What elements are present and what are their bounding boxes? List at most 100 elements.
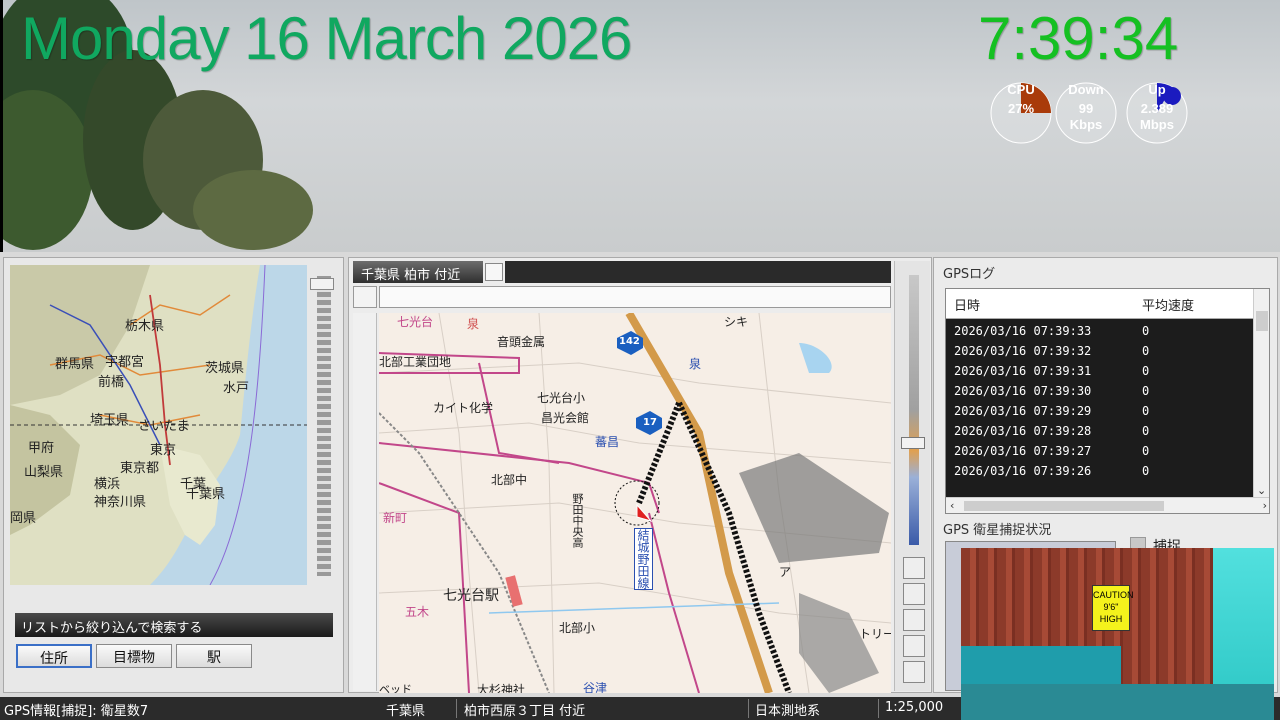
map-label: トリー — [859, 627, 891, 641]
row-speed: 0 — [1142, 344, 1150, 358]
table-row[interactable]: 2026/03/16 07:39:27 0 — [946, 441, 1256, 461]
sign-line: CAUTION — [1093, 590, 1134, 600]
up-gauge-value: 2.389 — [1140, 101, 1174, 116]
date-display: Monday 16 March 2026 — [21, 5, 632, 72]
horizontal-scrollbar[interactable]: ‹ › — [946, 497, 1269, 513]
map-label: 新町 — [383, 511, 408, 525]
table-row[interactable]: 2026/03/16 07:39:32 0 — [946, 341, 1256, 361]
address-bar-toggle[interactable] — [353, 286, 377, 308]
row-time: 2026/03/16 07:39:28 — [954, 424, 1092, 438]
overview-label: 東京都 — [120, 461, 160, 476]
overview-label: さいたま — [138, 419, 190, 434]
main-map-graphic — [379, 313, 891, 693]
cpu-gauge-label: CPU — [1007, 82, 1035, 97]
route-shield: 142 — [619, 336, 640, 347]
layer-button-5[interactable] — [903, 661, 925, 683]
map-tabbar — [505, 261, 891, 283]
caution-sign: CAUTION 9'6" HIGH — [1092, 585, 1134, 631]
camera-feed: Monday 16 March 2026 7:39:34 CPU 27% Dow… — [3, 0, 1280, 252]
row-speed: 0 — [1142, 384, 1150, 398]
map-label: 谷津 — [583, 681, 608, 693]
row-time: 2026/03/16 07:39:29 — [954, 404, 1092, 418]
overview-label: 群馬県 — [55, 357, 95, 372]
satellite-title: GPS 衛星捕捉状況 — [943, 523, 1052, 538]
vertical-scrollbar[interactable]: ⌄ — [1253, 289, 1269, 499]
down-gauge: Down 99 Kbps — [1053, 82, 1119, 144]
table-row[interactable]: 2026/03/16 07:39:28 0 — [946, 421, 1256, 441]
map-scale-slider[interactable] — [909, 275, 919, 545]
status-scale: 1:25,000 — [885, 700, 944, 715]
map-label: 泉 — [689, 357, 702, 371]
overview-label: 埼玉県 — [90, 413, 130, 428]
sign-line: HIGH — [1099, 614, 1123, 624]
gps-log-table[interactable]: 日時 平均速度 2026/03/16 07:39:33 0 2026/03/16… — [945, 288, 1270, 514]
row-speed: 0 — [1142, 444, 1150, 458]
row-speed: 0 — [1142, 324, 1150, 338]
status-datum: 日本測地系 — [755, 704, 821, 719]
row-speed: 0 — [1142, 464, 1150, 478]
new-tab-icon[interactable] — [485, 263, 503, 281]
table-row[interactable]: 2026/03/16 07:39:26 0 — [946, 461, 1256, 481]
column-header-speed[interactable]: 平均速度 — [1142, 295, 1194, 314]
down-gauge-value: 99 — [1078, 101, 1094, 116]
overview-zoom-slider[interactable] — [317, 276, 331, 576]
row-time: 2026/03/16 07:39:31 — [954, 364, 1092, 378]
map-tab[interactable]: 千葉県 柏市 付近 — [353, 261, 483, 283]
search-address-button[interactable]: 住所 — [16, 644, 92, 668]
map-scale-thumb[interactable] — [901, 437, 925, 449]
map-label: ベッド — [379, 683, 412, 693]
overview-zoom-thumb[interactable] — [310, 278, 334, 290]
map-label: シキ — [724, 315, 749, 329]
map-left-ruler — [353, 313, 377, 691]
gps-log-header: 日時 平均速度 — [946, 289, 1256, 319]
overview-label: 宇都宮 — [105, 355, 145, 370]
search-landmark-button[interactable]: 目標物 — [96, 644, 172, 668]
row-time: 2026/03/16 07:39:27 — [954, 444, 1092, 458]
overview-panel: 栃木県 群馬県 宇都宮 前橋 茨城県 水戸 埼玉県 さいたま 甲府 東京 山梨県… — [3, 257, 344, 693]
column-header-datetime[interactable]: 日時 — [954, 295, 980, 314]
table-row[interactable]: 2026/03/16 07:39:30 0 — [946, 381, 1256, 401]
table-row[interactable]: 2026/03/16 07:39:33 0 — [946, 321, 1256, 341]
down-gauge-label: Down — [1068, 82, 1104, 97]
horizontal-scroll-thumb[interactable] — [964, 501, 1164, 511]
up-gauge-unit: Mbps — [1140, 117, 1174, 132]
station-label: 七光台駅 — [443, 588, 499, 604]
map-label: 北部小 — [559, 621, 596, 635]
chevron-right-icon[interactable]: › — [1263, 499, 1267, 512]
sign-line: 9'6" — [1103, 602, 1119, 612]
search-header: リストから絞り込んで検索する — [15, 613, 333, 637]
trailer-bumper — [961, 646, 1121, 686]
layer-button-4[interactable] — [903, 635, 925, 657]
overview-label: 茨城県 — [205, 361, 245, 376]
overview-label: 横浜 — [94, 477, 121, 492]
address-bar[interactable] — [379, 286, 891, 308]
vertical-scroll-thumb[interactable] — [1256, 311, 1268, 331]
overview-label: 栃木県 — [125, 319, 165, 334]
table-row[interactable]: 2026/03/16 07:39:31 0 — [946, 361, 1256, 381]
table-row[interactable]: 2026/03/16 07:39:29 0 — [946, 401, 1256, 421]
map-label: 北部中 — [491, 473, 528, 487]
map-label: 野田中央高 — [571, 493, 584, 548]
overview-map[interactable]: 栃木県 群馬県 宇都宮 前橋 茨城県 水戸 埼玉県 さいたま 甲府 東京 山梨県… — [10, 265, 307, 585]
overview-label: 水戸 — [223, 381, 250, 396]
main-map[interactable]: 七光台 泉 音頭金属 北部工業団地 142 泉 カイト化学 七光台小 昌光会館 … — [379, 313, 891, 693]
map-label: 七光台小 — [537, 391, 586, 405]
layer-button-3[interactable] — [903, 609, 925, 631]
layer-button-1[interactable] — [903, 557, 925, 579]
row-speed: 0 — [1142, 424, 1150, 438]
chevron-down-icon[interactable]: ⌄ — [1257, 484, 1266, 497]
up-gauge-label: Up — [1148, 82, 1166, 97]
map-label: ア — [779, 565, 792, 579]
overview-label: 前橋 — [98, 375, 125, 390]
screen: Monday 16 March 2026 7:39:34 CPU 27% Dow… — [0, 0, 1280, 720]
row-time: 2026/03/16 07:39:32 — [954, 344, 1092, 358]
search-station-button[interactable]: 駅 — [176, 644, 252, 668]
chevron-left-icon[interactable]: ‹ — [950, 499, 954, 512]
overview-label: 岡県 — [10, 511, 37, 526]
overview-label: 東京 — [150, 443, 177, 458]
layer-button-2[interactable] — [903, 583, 925, 605]
overview-label: 甲府 — [28, 441, 55, 456]
map-scale-bar — [894, 261, 930, 691]
dashcam-inset: CAUTION 9'6" HIGH — [961, 548, 1274, 720]
map-label: 蕃昌 — [595, 435, 620, 449]
